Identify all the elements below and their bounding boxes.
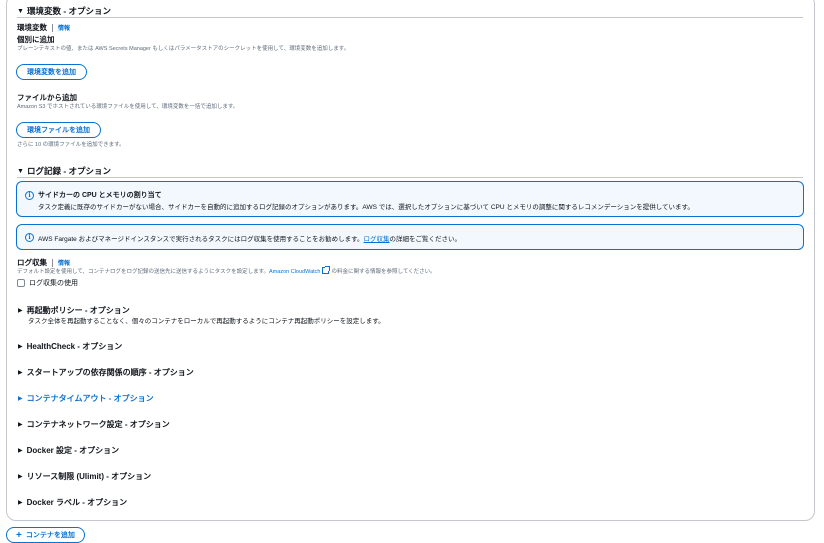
log-section-rule	[17, 177, 803, 178]
container-panel	[6, 0, 815, 521]
sidecar-alert: i サイドカーの CPU とメモリの割り当て タスク定義に既存のサイドカーがない…	[16, 181, 804, 217]
docker-labels-title: Docker ラベル - オプション	[26, 498, 128, 507]
file-note: さらに 10 の環境ファイルを追加できます。	[17, 142, 125, 148]
fargate-alert-text: AWS Fargate およびマネージドインスタンスで実行されるタスクにはログ収…	[38, 233, 461, 243]
log-collection-info-link[interactable]: 情報	[58, 258, 70, 267]
caret-down-icon: ▼	[17, 167, 24, 175]
log-collection-checkbox-row[interactable]: ログ収集の使用	[17, 278, 78, 288]
log-section-header[interactable]: ▼ ログ記録 - オプション	[17, 165, 111, 177]
caret-right-icon: ▶	[18, 370, 23, 376]
divider	[52, 23, 53, 32]
startup-order-expander[interactable]: ▶ スタートアップの依存関係の順序 - オプション	[18, 367, 194, 378]
env-label-row: 環境変数 情報	[17, 22, 70, 33]
docker-settings-title: Docker 設定 - オプション	[26, 446, 120, 455]
add-container-label: コンテナを追加	[25, 532, 75, 539]
external-link-icon	[322, 266, 331, 274]
container-timeout-expander[interactable]: ▶ コンテナタイムアウト - オプション	[18, 393, 154, 404]
cloudwatch-link[interactable]: Amazon CloudWatch	[269, 269, 320, 275]
ulimit-expander[interactable]: ▶ リソース制限 (Ulimit) - オプション	[18, 471, 151, 482]
caret-down-icon: ▼	[17, 7, 24, 15]
file-desc: Amazon S3 でホストされている環境ファイルを使用して、環境変数を一括で追…	[17, 104, 239, 110]
container-timeout-title: コンテナタイムアウト - オプション	[26, 394, 154, 403]
log-desc-before: デフォルト設定を使用して、コンテナログをログ記録の送信先に送信するようにタスクを…	[17, 269, 270, 275]
caret-right-icon: ▶	[18, 396, 23, 402]
caret-right-icon: ▶	[18, 500, 23, 506]
individual-desc: プレーンテキストの値、または AWS Secrets Manager もしくはパ…	[17, 46, 350, 52]
healthcheck-title: HealthCheck - オプション	[26, 342, 123, 351]
ulimit-title: リソース制限 (Ulimit) - オプション	[26, 472, 152, 481]
restart-policy-desc: タスク全体を再起動することなく、個々のコンテナをローカルで再起動するようにコンテ…	[28, 318, 385, 325]
env-section-title: 環境変数 - オプション	[27, 6, 112, 16]
add-container-button[interactable]: + コンテナを追加	[6, 527, 85, 543]
info-icon: i	[25, 191, 34, 200]
log-collection-desc: デフォルト設定を使用して、コンテナログをログ記録の送信先に送信するようにタスクを…	[17, 266, 436, 275]
log-collection-checkbox[interactable]	[17, 279, 25, 287]
env-section-rule	[17, 17, 803, 18]
container-network-title: コンテナネットワーク設定 - オプション	[26, 420, 170, 429]
log-collection-link[interactable]: ログ収集	[364, 236, 390, 243]
add-env-var-button[interactable]: 環境変数を追加	[16, 64, 87, 80]
divider	[52, 258, 53, 267]
caret-right-icon: ▶	[18, 344, 23, 350]
docker-labels-expander[interactable]: ▶ Docker ラベル - オプション	[18, 497, 127, 508]
sidecar-alert-title: サイドカーの CPU とメモリの割り当て	[38, 192, 162, 199]
caret-right-icon: ▶	[18, 422, 23, 428]
env-label: 環境変数	[17, 23, 47, 32]
log-collection-checkbox-label: ログ収集の使用	[29, 280, 78, 287]
log-desc-after: の料金に関する情報を参照してください。	[331, 269, 436, 275]
caret-right-icon: ▶	[18, 448, 23, 454]
fargate-alert: i AWS Fargate およびマネージドインスタンスで実行されるタスクにはロ…	[16, 224, 804, 250]
caret-right-icon: ▶	[18, 308, 23, 314]
fargate-alert-text-after: の詳細をご覧ください。	[389, 236, 462, 243]
sidecar-alert-text: タスク定義に既存のサイドカーがない場合、サイドカーを自動的に追加するログ記録のオ…	[38, 204, 694, 211]
container-network-expander[interactable]: ▶ コンテナネットワーク設定 - オプション	[18, 419, 170, 430]
env-info-link[interactable]: 情報	[58, 23, 70, 32]
healthcheck-expander[interactable]: ▶ HealthCheck - オプション	[18, 341, 122, 352]
add-env-file-button[interactable]: 環境ファイルを追加	[16, 122, 101, 138]
env-section-header[interactable]: ▼ 環境変数 - オプション	[17, 5, 111, 17]
plus-icon: +	[16, 529, 22, 541]
caret-right-icon: ▶	[18, 474, 23, 480]
info-icon: i	[25, 233, 34, 242]
log-section-title: ログ記録 - オプション	[27, 166, 112, 176]
startup-order-title: スタートアップの依存関係の順序 - オプション	[26, 368, 194, 377]
fargate-alert-text-before: AWS Fargate およびマネージドインスタンスで実行されるタスクにはログ収…	[38, 236, 364, 243]
docker-settings-expander[interactable]: ▶ Docker 設定 - オプション	[18, 445, 119, 456]
